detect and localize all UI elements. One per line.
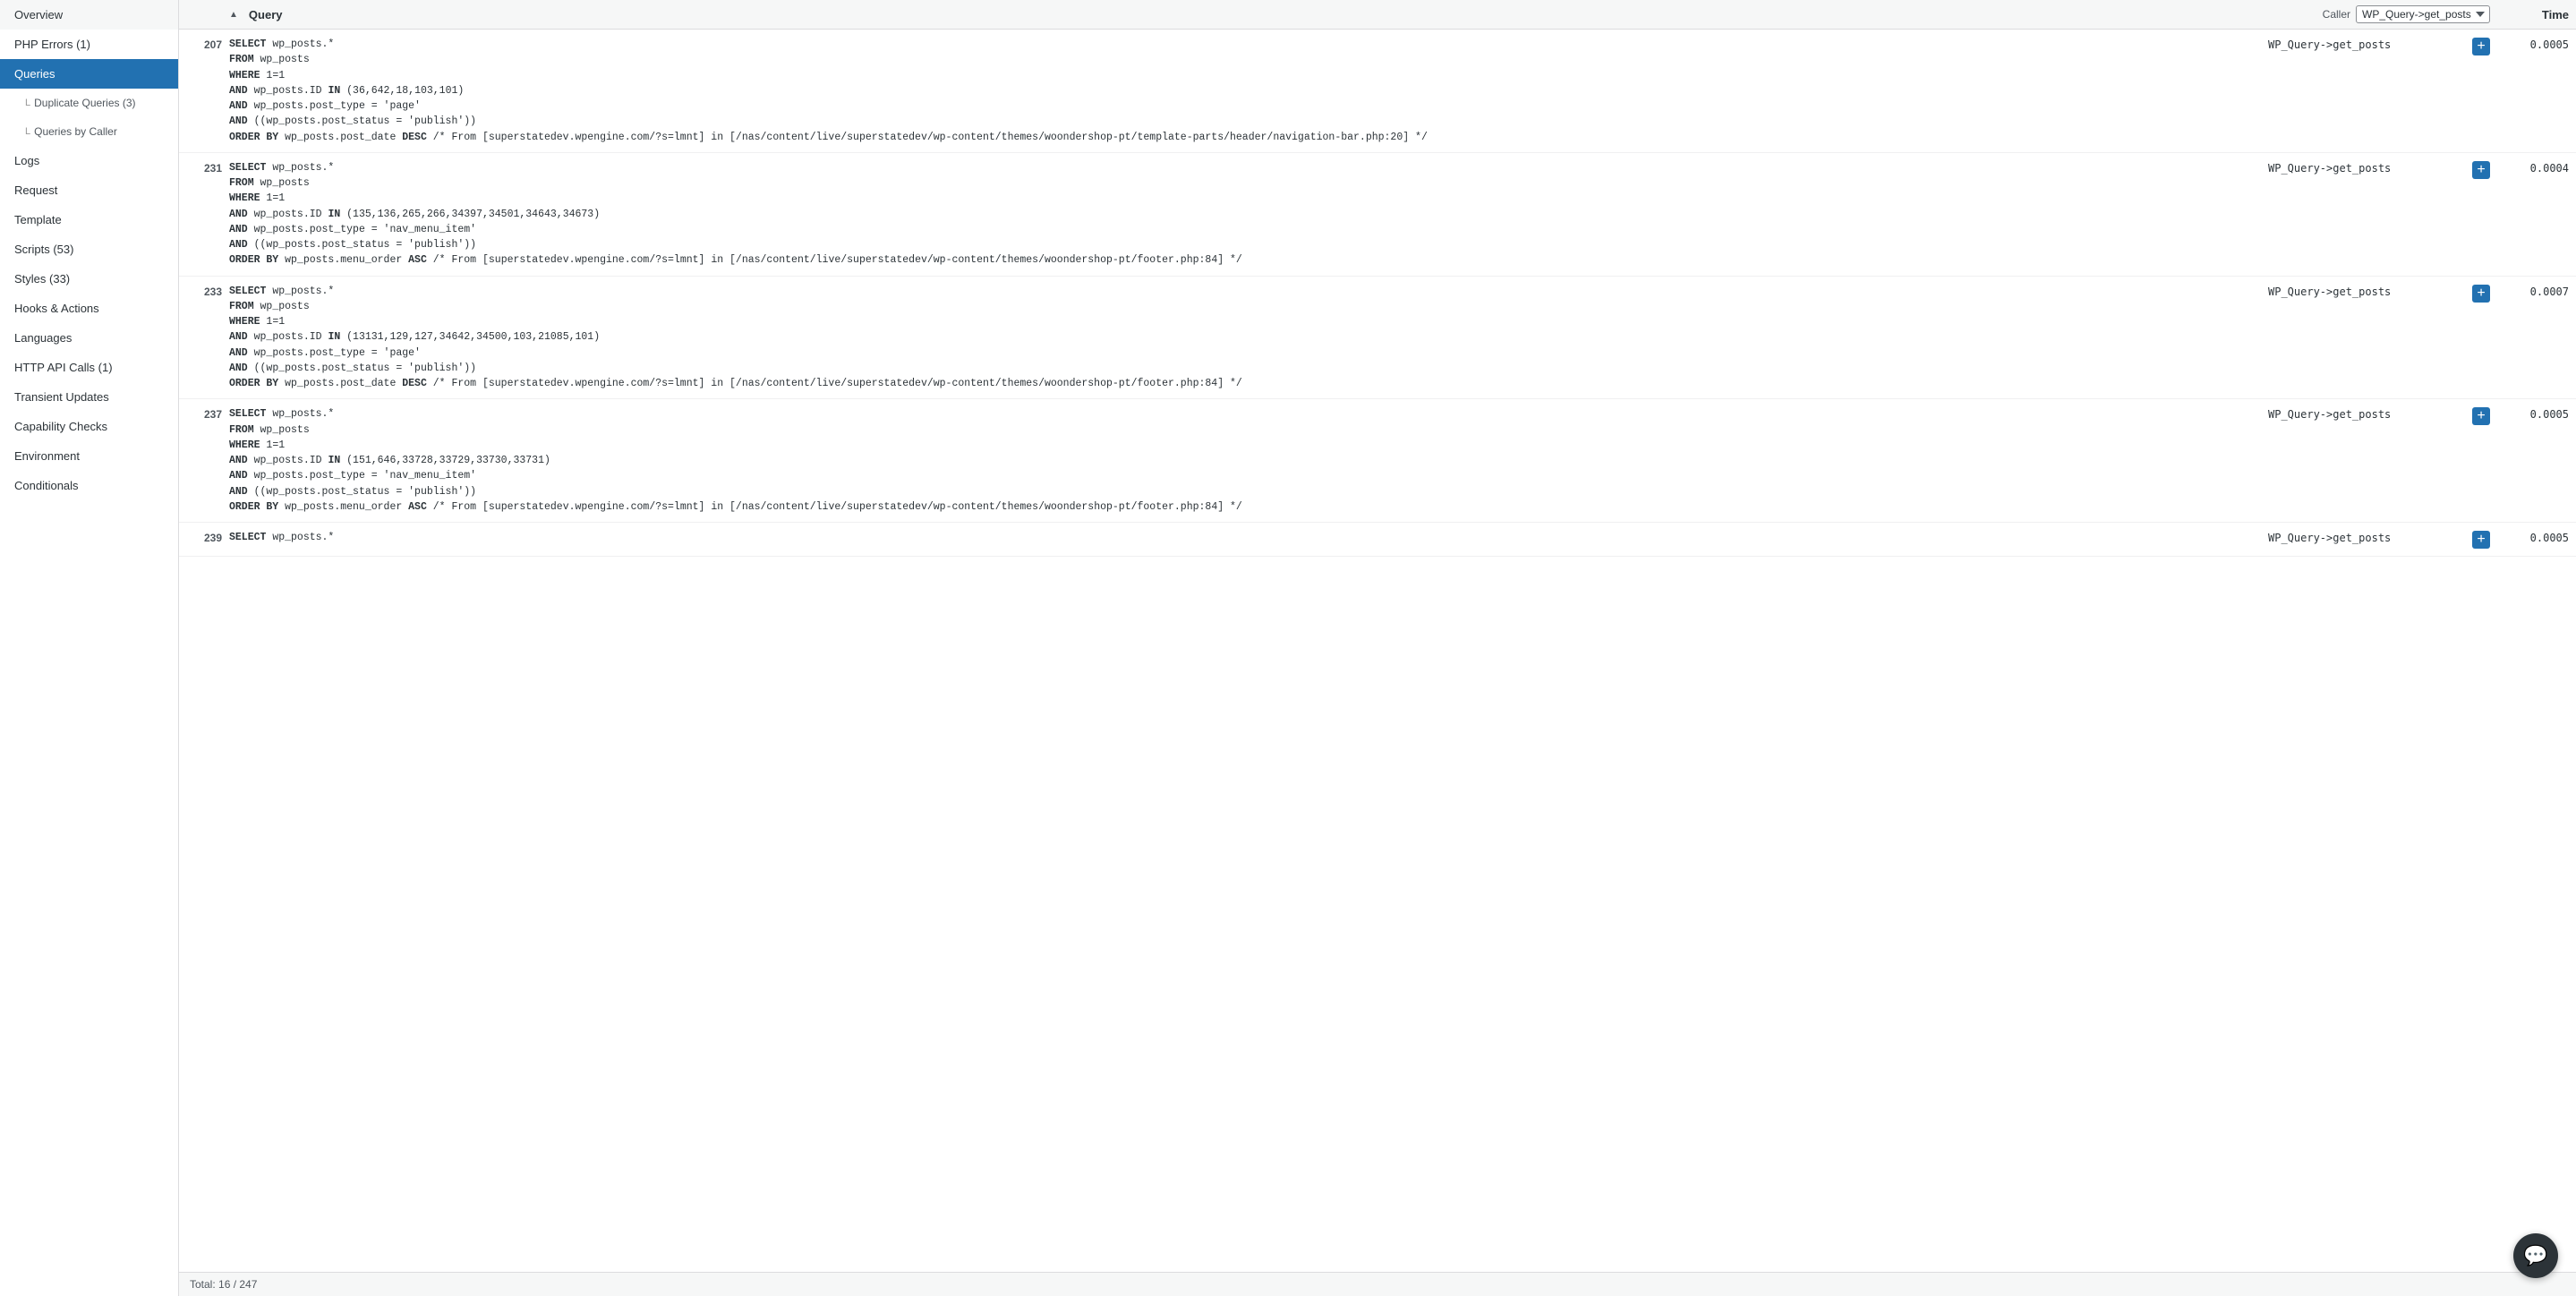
sidebar-item-label: Queries (14, 67, 55, 81)
sidebar-item-capability-checks[interactable]: Capability Checks (0, 412, 178, 441)
expand-query-button[interactable]: + (2472, 531, 2490, 549)
sidebar-item-label: Overview (14, 8, 63, 21)
sidebar-item-label: Scripts (53) (14, 243, 73, 256)
query-sql: SELECT wp_posts.* (229, 530, 2261, 545)
query-table: 207 SELECT wp_posts.* FROM wp_posts WHERE… (179, 30, 2576, 1272)
sidebar-item-environment[interactable]: Environment (0, 441, 178, 471)
query-caller: WP_Query->get_posts (2268, 406, 2465, 421)
sidebar-item-label: Template (14, 213, 62, 226)
sort-icon[interactable]: ▲ (229, 10, 238, 20)
sidebar-item-label: Hooks & Actions (14, 302, 99, 315)
sidebar-item-label: Queries by Caller (34, 125, 117, 138)
table-row: 237 SELECT wp_posts.* FROM wp_posts WHERE… (179, 399, 2576, 523)
main-content: ▲ Query Caller AllWP_Query->get_posts Ti… (179, 0, 2576, 1296)
query-caller: WP_Query->get_posts (2268, 530, 2465, 544)
table-row: 207 SELECT wp_posts.* FROM wp_posts WHERE… (179, 30, 2576, 153)
query-number: 237 (186, 406, 222, 421)
query-time: 0.0007 (2506, 284, 2569, 298)
query-actions: + (2472, 37, 2499, 55)
expand-query-button[interactable]: + (2472, 161, 2490, 179)
query-sql: SELECT wp_posts.* FROM wp_posts WHERE 1=… (229, 160, 2261, 269)
query-time: 0.0004 (2506, 160, 2569, 175)
sidebar-item-label: Languages (14, 331, 72, 345)
sidebar-item-transient-updates[interactable]: Transient Updates (0, 382, 178, 412)
table-row: 231 SELECT wp_posts.* FROM wp_posts WHERE… (179, 153, 2576, 277)
expand-query-button[interactable]: + (2472, 407, 2490, 425)
sidebar-item-label: PHP Errors (1) (14, 38, 90, 51)
sidebar-item-http-api-calls[interactable]: HTTP API Calls (1) (0, 353, 178, 382)
sidebar-item-overview[interactable]: Overview (0, 0, 178, 30)
query-caller: WP_Query->get_posts (2268, 284, 2465, 298)
query-col-header: Query (249, 8, 2316, 21)
sub-arrow-icon: L (25, 98, 30, 108)
query-actions: + (2472, 530, 2499, 549)
sub-arrow-icon: L (25, 126, 30, 137)
sidebar-item-label: Request (14, 183, 57, 197)
query-number: 239 (186, 530, 222, 544)
table-row: 233 SELECT wp_posts.* FROM wp_posts WHERE… (179, 277, 2576, 400)
sidebar-item-label: Duplicate Queries (3) (34, 97, 135, 109)
sidebar-item-request[interactable]: Request (0, 175, 178, 205)
query-actions: + (2472, 284, 2499, 303)
query-caller: WP_Query->get_posts (2268, 37, 2465, 51)
sidebar-item-label: Conditionals (14, 479, 79, 492)
query-time: 0.0005 (2506, 37, 2569, 51)
sidebar-item-template[interactable]: Template (0, 205, 178, 234)
table-row: 239 SELECT wp_posts.* WP_Query->get_posts +… (179, 523, 2576, 557)
chat-bubble[interactable]: 💬 (2513, 1233, 2558, 1278)
sidebar-item-logs[interactable]: Logs (0, 146, 178, 175)
total-count: Total: 16 / 247 (190, 1278, 257, 1291)
sidebar-item-duplicate-queries[interactable]: L Duplicate Queries (3) (0, 89, 178, 117)
caller-col-label: Caller (2323, 8, 2350, 21)
query-actions: + (2472, 406, 2499, 425)
sidebar-item-php-errors[interactable]: PHP Errors (1) (0, 30, 178, 59)
caller-filter-select[interactable]: AllWP_Query->get_posts (2356, 5, 2490, 23)
sidebar-item-hooks-actions[interactable]: Hooks & Actions (0, 294, 178, 323)
query-sql: SELECT wp_posts.* FROM wp_posts WHERE 1=… (229, 37, 2261, 145)
query-sql: SELECT wp_posts.* FROM wp_posts WHERE 1=… (229, 406, 2261, 515)
table-header: ▲ Query Caller AllWP_Query->get_posts Ti… (179, 0, 2576, 30)
sidebar-item-scripts[interactable]: Scripts (53) (0, 234, 178, 264)
query-number: 207 (186, 37, 222, 51)
sidebar-item-label: Transient Updates (14, 390, 109, 404)
query-caller: WP_Query->get_posts (2268, 160, 2465, 175)
sidebar-item-label: Capability Checks (14, 420, 107, 433)
chat-icon: 💬 (2523, 1244, 2547, 1267)
sidebar: Overview PHP Errors (1) Queries L Duplicate… (0, 0, 179, 1296)
sidebar-item-label: Styles (33) (14, 272, 70, 286)
sidebar-item-languages[interactable]: Languages (0, 323, 178, 353)
query-time: 0.0005 (2506, 530, 2569, 544)
query-actions: + (2472, 160, 2499, 179)
sidebar-item-queries[interactable]: Queries (0, 59, 178, 89)
sidebar-item-conditionals[interactable]: Conditionals (0, 471, 178, 500)
query-sql: SELECT wp_posts.* FROM wp_posts WHERE 1=… (229, 284, 2261, 392)
sidebar-item-label: Logs (14, 154, 39, 167)
sidebar-item-label: Environment (14, 449, 80, 463)
sidebar-item-label: HTTP API Calls (1) (14, 361, 113, 374)
query-number: 233 (186, 284, 222, 298)
expand-query-button[interactable]: + (2472, 285, 2490, 303)
expand-query-button[interactable]: + (2472, 38, 2490, 55)
sidebar-item-queries-by-caller[interactable]: L Queries by Caller (0, 117, 178, 146)
time-col-header: Time (2497, 8, 2569, 21)
query-number: 231 (186, 160, 222, 175)
caller-filter-row: Caller AllWP_Query->get_posts (2323, 5, 2490, 23)
query-time: 0.0005 (2506, 406, 2569, 421)
sidebar-item-styles[interactable]: Styles (33) (0, 264, 178, 294)
table-footer: Total: 16 / 247 (179, 1272, 2576, 1296)
